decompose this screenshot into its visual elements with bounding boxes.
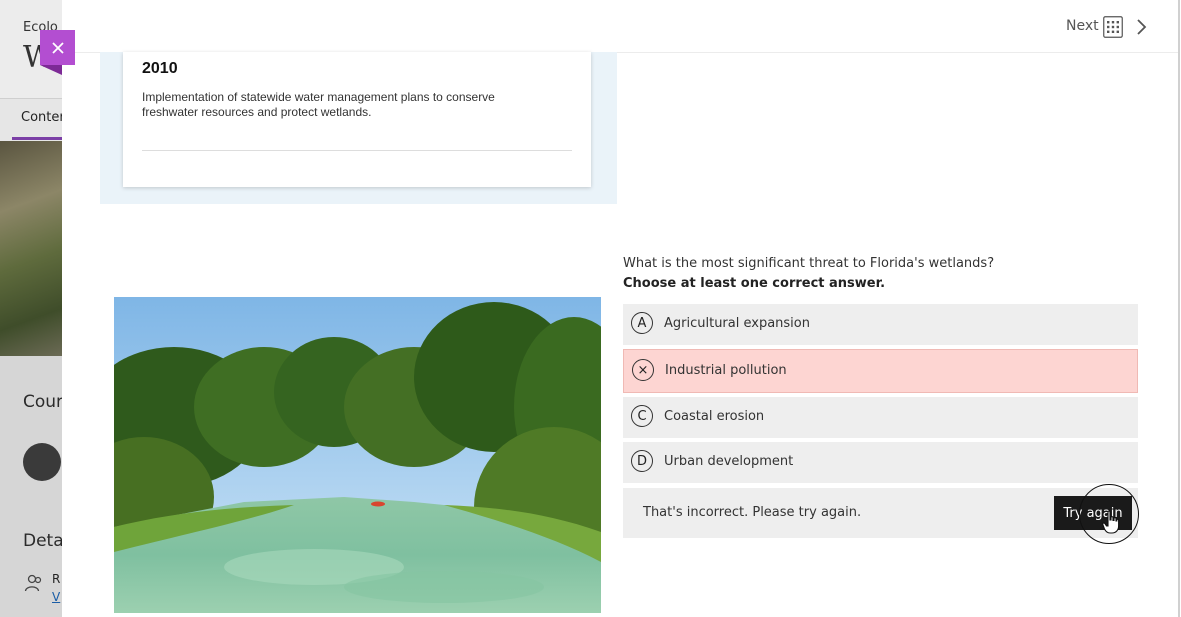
- next-label[interactable]: Next: [1066, 18, 1099, 34]
- feedback-box: That's incorrect. Please try again. Try …: [623, 488, 1138, 538]
- answer-option-c[interactable]: C Coastal erosion: [623, 397, 1138, 438]
- close-button[interactable]: [40, 30, 75, 65]
- wetland-river-photo: [114, 297, 601, 613]
- course-banner-image: [0, 141, 62, 356]
- feedback-message: That's incorrect. Please try again.: [643, 505, 862, 520]
- details-item-link[interactable]: V: [52, 590, 60, 604]
- timeline-year: 2010: [142, 60, 178, 77]
- panel-top-bar: Next: [62, 0, 1178, 53]
- incorrect-x-icon: ×: [632, 359, 654, 381]
- close-icon: [51, 41, 64, 54]
- timeline-description: Implementation of statewide water manage…: [142, 90, 495, 119]
- try-again-button[interactable]: Try again: [1054, 496, 1132, 530]
- details-item-label: R: [52, 572, 61, 586]
- grid-icon[interactable]: [1103, 16, 1123, 38]
- answer-option-a[interactable]: A Agricultural expansion: [623, 304, 1138, 345]
- option-letter-a: A: [631, 312, 653, 334]
- quiz-question: What is the most significant threat to F…: [623, 256, 995, 271]
- lesson-panel: Next 2010 Implementation of statewide wa…: [62, 0, 1180, 617]
- people-icon: [24, 574, 42, 592]
- course-section-heading: Cour: [23, 392, 62, 412]
- details-section-heading: Deta: [23, 531, 62, 551]
- tab-content[interactable]: Conter: [21, 110, 62, 125]
- quiz-instruction: Choose at least one correct answer.: [623, 276, 886, 291]
- option-letter-d: D: [631, 450, 653, 472]
- answer-option-b-incorrect[interactable]: × Industrial pollution: [623, 349, 1138, 393]
- tab-active-indicator: [12, 137, 62, 140]
- option-label: Urban development: [664, 454, 794, 469]
- hand-cursor-icon: [1102, 510, 1120, 534]
- timeline-card: 2010 Implementation of statewide water m…: [123, 52, 591, 187]
- option-label: Coastal erosion: [664, 409, 765, 424]
- course-tabs: Conter: [0, 98, 62, 141]
- option-label: Industrial pollution: [665, 363, 787, 378]
- option-label: Agricultural expansion: [664, 316, 810, 331]
- chevron-right-icon[interactable]: [1135, 18, 1147, 36]
- divider: [142, 150, 572, 151]
- option-letter-c: C: [631, 405, 653, 427]
- close-button-tab-shadow: [40, 65, 62, 75]
- answer-option-d[interactable]: D Urban development: [623, 442, 1138, 483]
- avatar[interactable]: [23, 443, 61, 481]
- background-course-page: Ecolo W Conter Cour Deta R V: [0, 0, 62, 617]
